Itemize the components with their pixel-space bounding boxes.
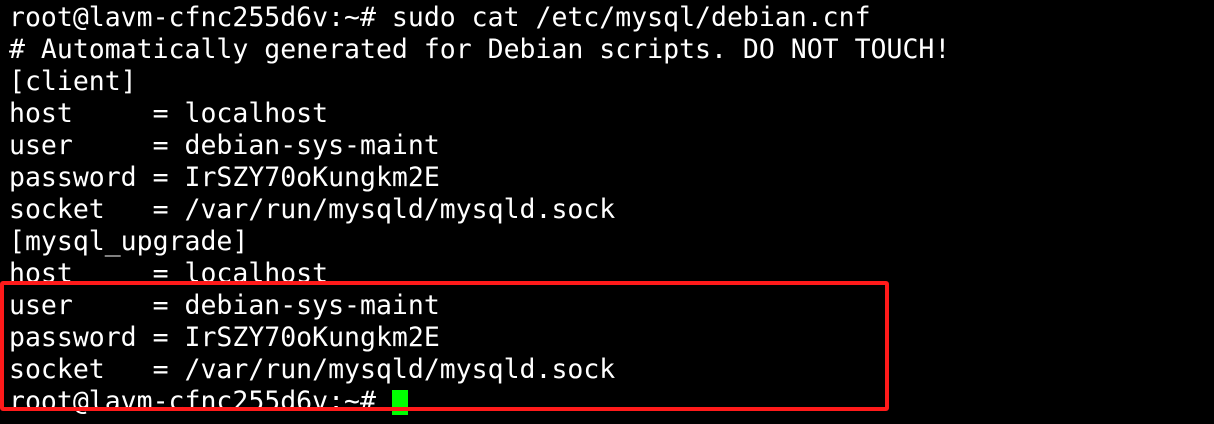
section-client-header: [client] — [9, 66, 137, 97]
client-password-line: password = IrSZY70oKungkm2E — [9, 162, 440, 193]
upgrade-password-line: password = IrSZY70oKungkm2E — [9, 322, 440, 353]
client-user-line: user = debian-sys-maint — [9, 130, 440, 161]
terminal-output: root@lavm-cfnc255d6v:~# sudo cat /etc/my… — [9, 2, 950, 418]
text-cursor — [391, 389, 408, 415]
shell-prompt: root@lavm-cfnc255d6v:~# — [9, 386, 392, 417]
top-edge — [0, 0, 1214, 3]
client-socket-line: socket = /var/run/mysqld/mysqld.sock — [9, 194, 616, 225]
client-host-line: host = localhost — [9, 98, 329, 129]
command-line: root@lavm-cfnc255d6v:~# sudo cat /etc/my… — [9, 2, 871, 33]
upgrade-host-line: host = localhost — [9, 258, 329, 289]
shell-prompt-line[interactable]: root@lavm-cfnc255d6v:~# — [9, 386, 950, 418]
terminal-window[interactable]: root@lavm-cfnc255d6v:~# sudo cat /etc/my… — [0, 0, 1214, 424]
upgrade-user-line: user = debian-sys-maint — [9, 290, 440, 321]
config-comment-line: # Automatically generated for Debian scr… — [9, 34, 951, 65]
section-mysql-upgrade-header: [mysql_upgrade] — [9, 226, 249, 257]
upgrade-socket-line: socket = /var/run/mysqld/mysqld.sock — [9, 354, 616, 385]
